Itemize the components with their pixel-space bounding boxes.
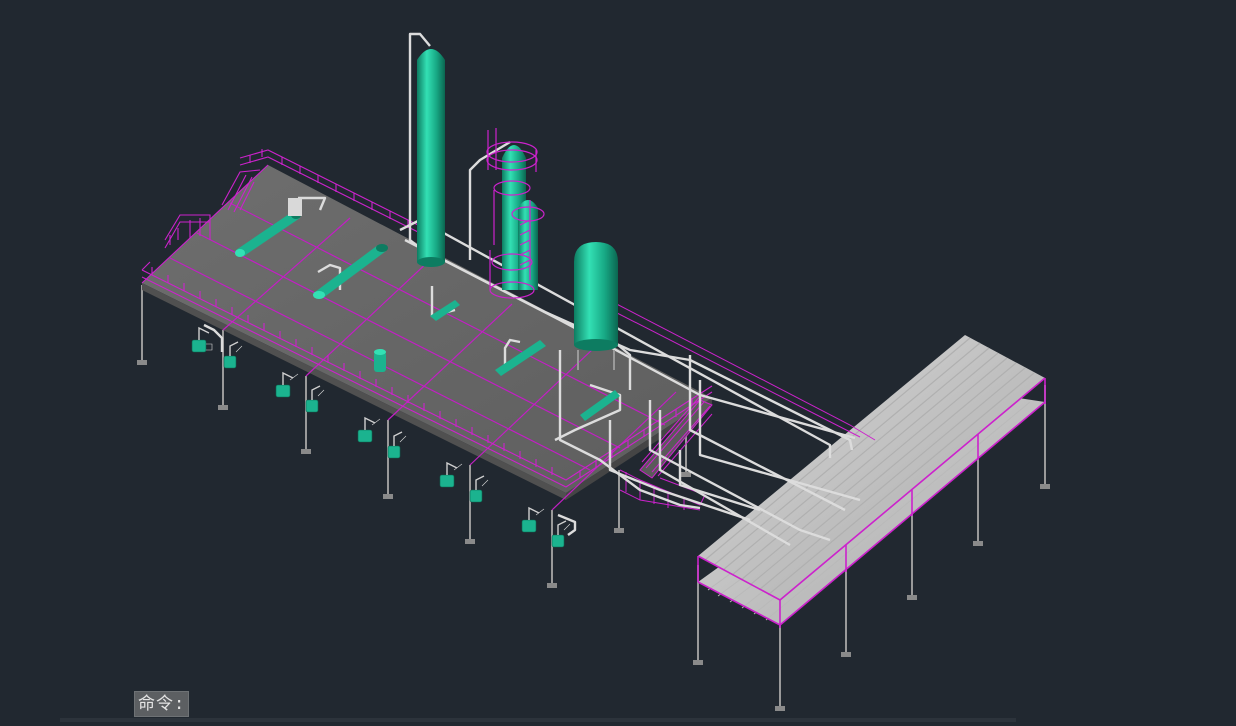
pump-3 bbox=[275, 373, 299, 398]
pipe-rack[interactable] bbox=[693, 335, 1050, 711]
command-line-prompt[interactable]: 命令: bbox=[134, 691, 190, 717]
small-vessel-center[interactable] bbox=[374, 349, 386, 372]
vessel-tall-left[interactable] bbox=[417, 49, 445, 267]
pump-6 bbox=[387, 435, 407, 459]
pump-9 bbox=[521, 508, 545, 533]
model-viewport[interactable] bbox=[0, 0, 1236, 722]
pump-5 bbox=[357, 418, 381, 443]
pump-10 bbox=[551, 523, 571, 548]
viewport-bottom-edge bbox=[60, 718, 1016, 722]
pump-4 bbox=[305, 389, 325, 413]
column-with-platforms[interactable] bbox=[486, 128, 545, 299]
pump-8 bbox=[469, 479, 489, 503]
pump-2 bbox=[223, 345, 243, 369]
pump-7 bbox=[439, 463, 463, 488]
pump-1 bbox=[191, 339, 213, 353]
